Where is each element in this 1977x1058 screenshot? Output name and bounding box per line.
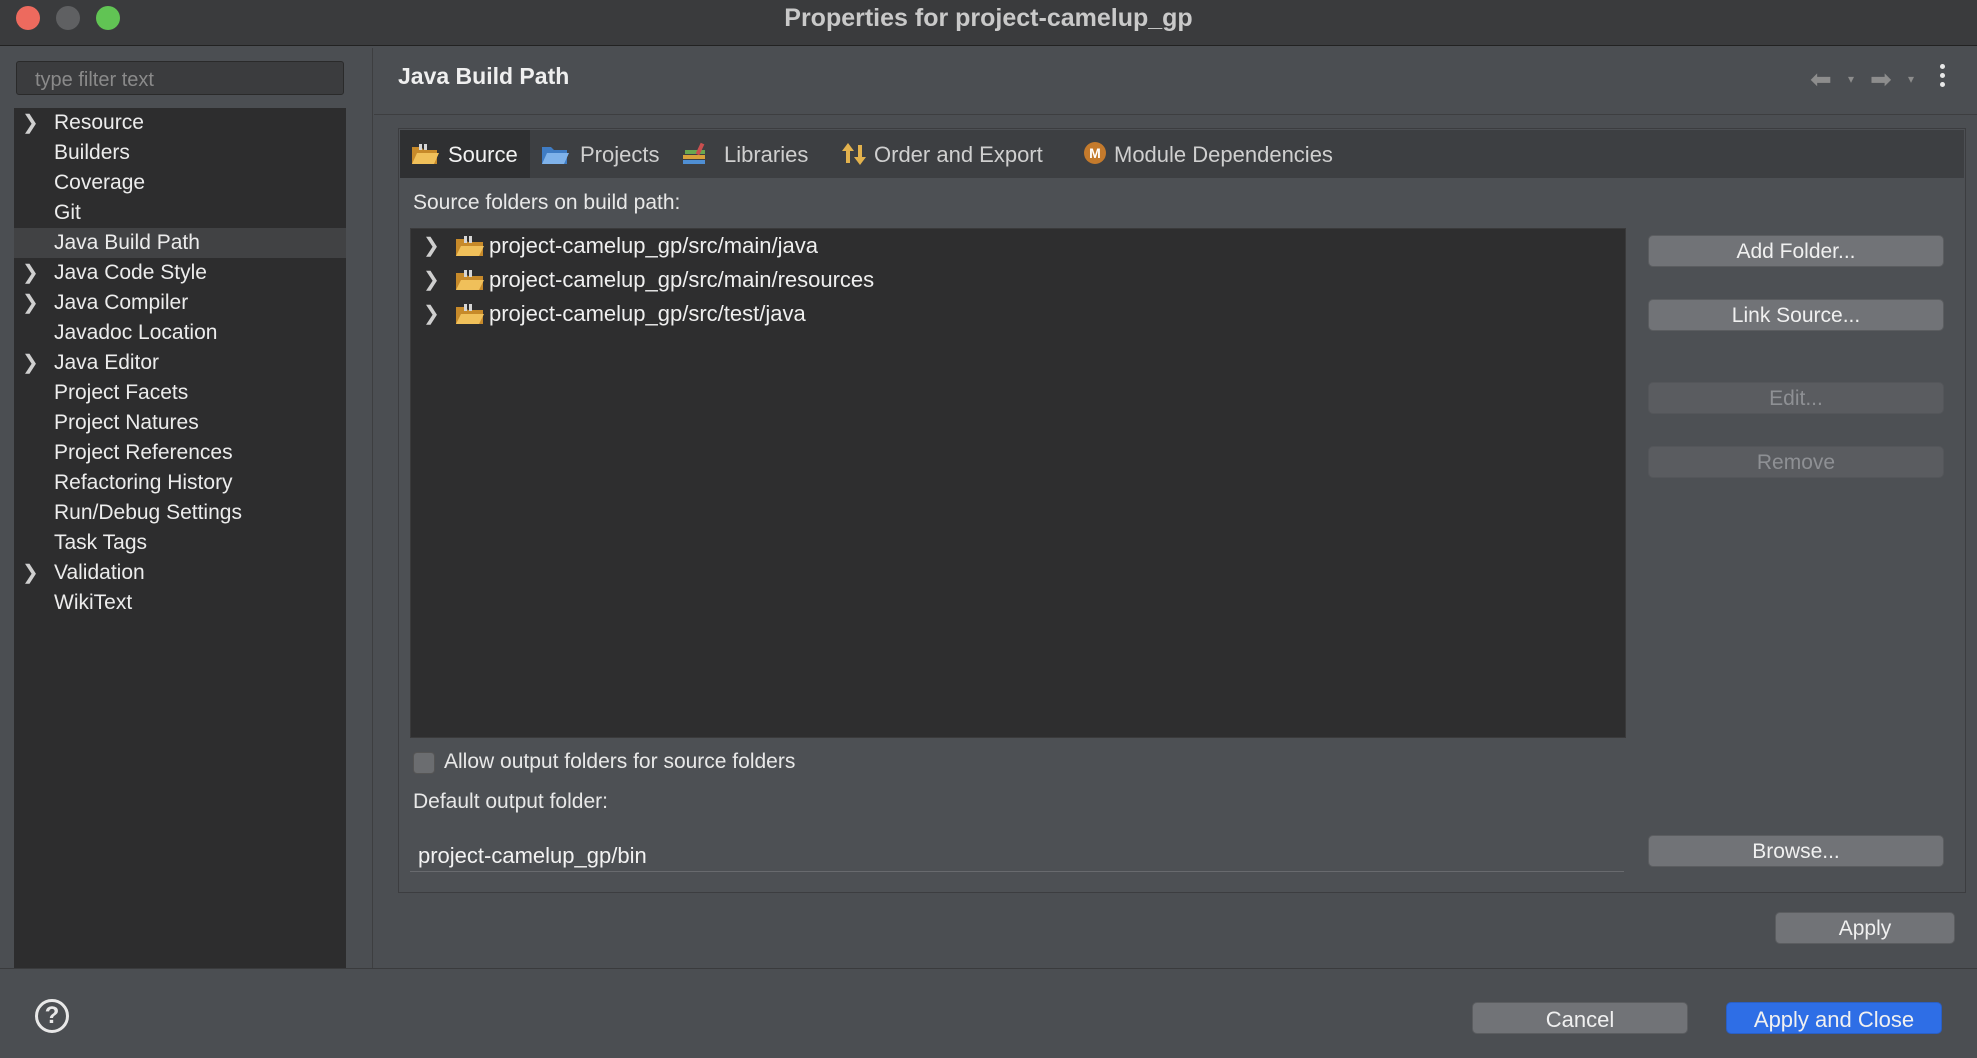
sidebar-item-label: Java Code Style xyxy=(54,261,207,284)
forward-history-dropdown-icon[interactable]: ▾ xyxy=(1908,72,1914,86)
tab-projects[interactable]: Projects xyxy=(530,130,670,178)
tab-label: Libraries xyxy=(724,142,809,167)
sidebar-item-label: Java Editor xyxy=(54,351,160,374)
sidebar-item-java-code-style[interactable]: ❯ Java Code Style xyxy=(14,258,346,288)
sidebar-item-coverage[interactable]: Coverage xyxy=(14,168,346,198)
sidebar-item-label: Javadoc Location xyxy=(54,321,218,344)
sidebar-item-java-build-path[interactable]: Java Build Path xyxy=(14,228,346,258)
edit-button[interactable]: Edit... xyxy=(1648,382,1944,414)
sidebar-item-project-references[interactable]: Project References xyxy=(14,438,346,468)
package-folder-icon xyxy=(456,270,484,290)
sidebar-item-label: WikiText xyxy=(54,591,133,614)
page-title: Java Build Path xyxy=(398,63,570,89)
tab-label: Source xyxy=(448,142,518,167)
source-folder-label: project-camelup_gp/src/test/java xyxy=(489,301,806,326)
apply-button[interactable]: Apply xyxy=(1775,912,1955,944)
source-folders-heading: Source folders on build path: xyxy=(413,191,681,214)
sidebar-item-project-natures[interactable]: Project Natures xyxy=(14,408,346,438)
sidebar-item-label: Java Build Path xyxy=(54,231,200,254)
tab-label: Module Dependencies xyxy=(1114,142,1333,167)
sidebar-item-java-editor[interactable]: ❯ Java Editor xyxy=(14,348,346,378)
default-output-folder-field[interactable] xyxy=(410,836,1624,872)
header-divider xyxy=(374,114,1977,115)
tab-libraries[interactable]: Libraries xyxy=(670,130,830,178)
source-folder-label: project-camelup_gp/src/main/resources xyxy=(489,267,875,292)
source-folder-label: project-camelup_gp/src/main/java xyxy=(489,233,818,258)
browse-button[interactable]: Browse... xyxy=(1648,835,1944,867)
sidebar-item-java-compiler[interactable]: ❯ Java Compiler xyxy=(14,288,346,318)
tab-label: Projects xyxy=(580,142,660,167)
chevron-right-icon[interactable]: ❯ xyxy=(22,258,39,288)
back-history-dropdown-icon[interactable]: ▾ xyxy=(1848,72,1854,86)
back-arrow-icon[interactable]: ⬅ xyxy=(1810,64,1832,95)
sidebar-item-label: Builders xyxy=(54,141,130,164)
cancel-button[interactable]: Cancel xyxy=(1472,1002,1688,1034)
order-export-icon xyxy=(842,143,866,165)
sidebar-item-label: Project Facets xyxy=(54,381,189,404)
sidebar-item-javadoc-location[interactable]: Javadoc Location xyxy=(14,318,346,348)
sidebar-item-label: Run/Debug Settings xyxy=(54,501,242,524)
help-icon[interactable]: ? xyxy=(35,999,69,1033)
forward-arrow-icon[interactable]: ➡ xyxy=(1870,64,1892,95)
chevron-right-icon[interactable]: ❯ xyxy=(22,108,39,138)
libraries-icon xyxy=(683,142,705,164)
sidebar-item-label: Project References xyxy=(54,441,233,464)
module-icon: M xyxy=(1084,142,1106,164)
sidebar-item-git[interactable]: Git xyxy=(14,198,346,228)
chevron-right-icon[interactable]: ❯ xyxy=(22,558,39,588)
source-folder-icon xyxy=(412,144,439,164)
sidebar-item-project-facets[interactable]: Project Facets xyxy=(14,378,346,408)
sidebar-item-wikitext[interactable]: WikiText xyxy=(14,588,346,618)
tab-source[interactable]: Source xyxy=(400,130,530,178)
window-title: Properties for project-camelup_gp xyxy=(784,4,1193,32)
sidebar-item-resource[interactable]: ❯ Resource xyxy=(14,108,346,138)
apply-and-close-button[interactable]: Apply and Close xyxy=(1726,1002,1942,1034)
source-folder-row[interactable]: ❯ project-camelup_gp/src/main/resources xyxy=(411,263,1625,297)
sidebar-item-validation[interactable]: ❯ Validation xyxy=(14,558,346,588)
footer-divider xyxy=(0,968,1977,969)
sidebar-item-label: Resource xyxy=(54,111,144,134)
sidebar-item-run-debug-settings[interactable]: Run/Debug Settings xyxy=(14,498,346,528)
tab-module-dependencies[interactable]: M Module Dependencies xyxy=(1070,130,1360,178)
sidebar-item-label: Java Compiler xyxy=(54,291,189,314)
source-folder-row[interactable]: ❯ project-camelup_gp/src/test/java xyxy=(411,297,1625,331)
svg-text:M: M xyxy=(1089,145,1101,161)
sidebar-divider[interactable] xyxy=(372,48,373,968)
more-options-icon[interactable] xyxy=(1940,64,1948,94)
chevron-right-icon[interactable]: ❯ xyxy=(423,229,440,263)
filter-input[interactable] xyxy=(16,61,344,95)
sidebar-item-label: Git xyxy=(54,201,81,224)
sidebar-item-label: Refactoring History xyxy=(54,471,233,494)
tab-label: Order and Export xyxy=(874,142,1043,167)
property-pages-tree: ❯ Resource Builders Coverage Git Java Bu… xyxy=(14,108,346,968)
title-bar: Properties for project-camelup_gp xyxy=(0,0,1977,46)
default-output-folder-label: Default output folder: xyxy=(413,790,608,813)
chevron-right-icon[interactable]: ❯ xyxy=(423,263,440,297)
sidebar-item-label: Coverage xyxy=(54,171,146,194)
tab-order-and-export[interactable]: Order and Export xyxy=(830,130,1070,178)
sidebar-item-label: Task Tags xyxy=(54,531,147,554)
sidebar-item-label: Validation xyxy=(54,561,145,584)
package-folder-icon xyxy=(456,304,484,324)
add-folder-button[interactable]: Add Folder... xyxy=(1648,235,1944,267)
source-folder-row[interactable]: ❯ project-camelup_gp/src/main/java xyxy=(411,229,1625,263)
link-source-button[interactable]: Link Source... xyxy=(1648,299,1944,331)
sidebar-item-label: Project Natures xyxy=(54,411,199,434)
sidebar-item-task-tags[interactable]: Task Tags xyxy=(14,528,346,558)
chevron-right-icon[interactable]: ❯ xyxy=(22,348,39,378)
source-folders-tree[interactable]: ❯ project-camelup_gp/src/main/java ❯ pro… xyxy=(410,228,1626,738)
sidebar-item-builders[interactable]: Builders xyxy=(14,138,346,168)
remove-button[interactable]: Remove xyxy=(1648,446,1944,478)
projects-folder-icon xyxy=(542,147,569,164)
allow-output-folders-checkbox[interactable] xyxy=(413,752,435,774)
sidebar-item-refactoring-history[interactable]: Refactoring History xyxy=(14,468,346,498)
package-folder-icon xyxy=(456,236,484,256)
chevron-right-icon[interactable]: ❯ xyxy=(423,297,440,331)
chevron-right-icon[interactable]: ❯ xyxy=(22,288,39,318)
allow-output-folders-label: Allow output folders for source folders xyxy=(444,750,796,773)
